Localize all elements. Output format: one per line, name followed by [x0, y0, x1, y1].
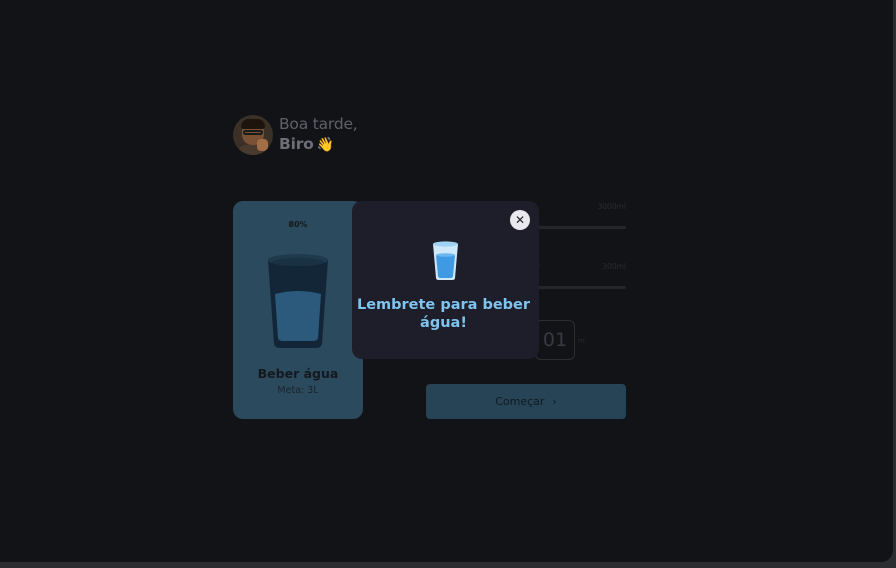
timer-minutes-input[interactable]: 01 — [535, 320, 575, 360]
water-card[interactable]: 80% Beber água Meta: 3L — [233, 201, 363, 419]
user-name: Biro — [279, 135, 314, 153]
row-value: 3000ml — [597, 202, 626, 211]
greeting-line: Boa tarde, — [279, 115, 358, 133]
card-title: Beber água — [257, 366, 339, 381]
water-cup-icon — [268, 254, 328, 348]
close-icon: ✕ — [514, 213, 526, 227]
close-button[interactable]: ✕ — [510, 210, 530, 230]
reminder-modal: ✕ Lembrete para beber água! — [352, 201, 539, 359]
avatar — [233, 114, 273, 155]
greeting-text: Boa tarde, Biro 👋 — [279, 114, 358, 155]
row-value: 300ml — [602, 262, 626, 271]
start-button-label: Começar — [495, 395, 545, 408]
modal-title: Lembrete para beber água! — [356, 297, 531, 331]
start-button[interactable]: Começar › — [426, 384, 626, 419]
greeting-name-line: Biro 👋 — [279, 134, 358, 155]
waving-hand-icon: 👋 — [316, 137, 334, 153]
chevron-right-icon: › — [552, 395, 557, 408]
timer-unit: m — [578, 337, 585, 345]
card-goal: Meta: 3L — [277, 385, 319, 396]
progress-percent: 80% — [288, 220, 308, 229]
app-content: Boa tarde, Biro 👋 80% Beber água Meta: 3L… — [0, 0, 893, 562]
greeting: Boa tarde, Biro 👋 — [233, 114, 358, 155]
water-glass-icon — [433, 241, 458, 280]
app-window: Boa tarde, Biro 👋 80% Beber água Meta: 3L… — [0, 0, 893, 562]
